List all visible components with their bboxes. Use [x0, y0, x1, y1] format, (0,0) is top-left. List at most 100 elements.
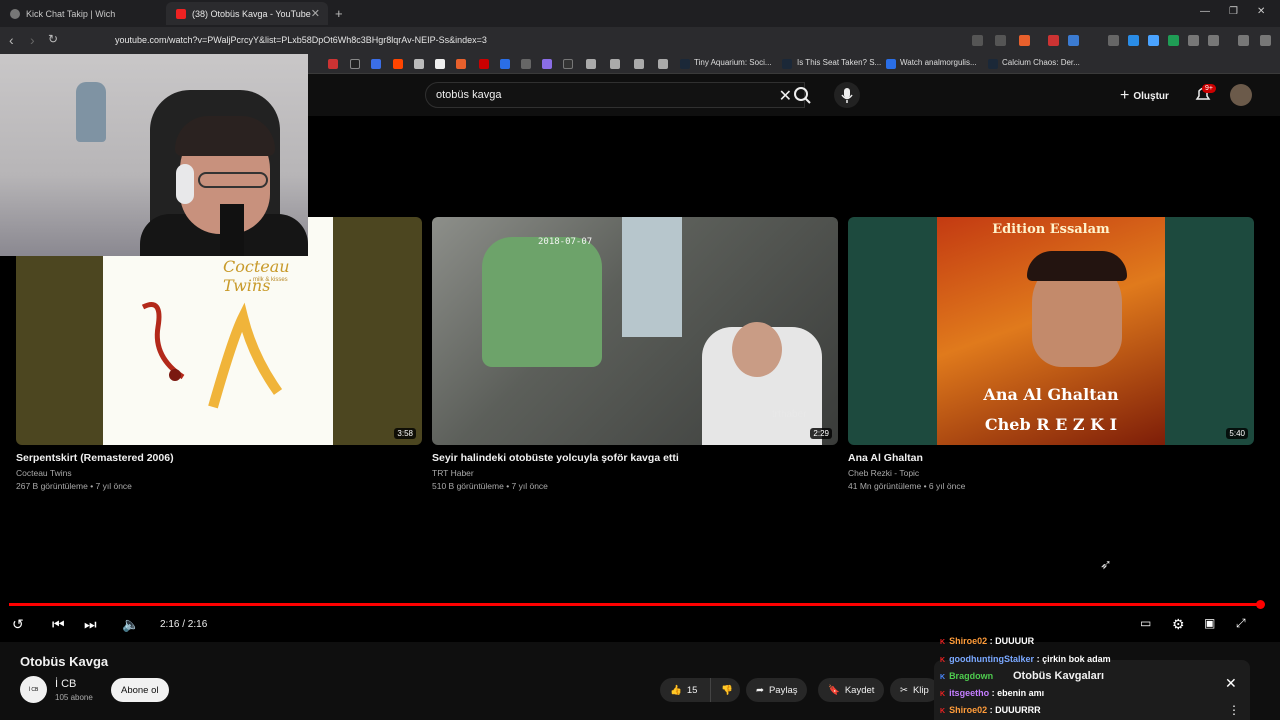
- folder-icon[interactable]: [658, 59, 668, 69]
- card-channel[interactable]: Cocteau Twins: [16, 468, 422, 478]
- url-field[interactable]: youtube.com/watch?v=PWaljPcrcyY&list=PLx…: [115, 35, 487, 45]
- next-icon[interactable]: ⏭: [84, 616, 97, 633]
- scissors-icon: ✂: [900, 684, 908, 696]
- sidebar-icon[interactable]: [1208, 35, 1219, 46]
- bookmark-icon: [886, 59, 896, 69]
- kick-badge-icon: K: [940, 674, 946, 681]
- bookmark-icon[interactable]: [328, 59, 338, 69]
- forward-button[interactable]: ›: [30, 32, 35, 48]
- bookmark-icon[interactable]: [563, 59, 573, 69]
- card-meta: 267 B görüntüleme • 7 yıl önce: [16, 481, 132, 491]
- card-channel[interactable]: Cheb Rezki - Topic: [848, 468, 1254, 478]
- search-box[interactable]: otobüs kavga ✕: [425, 82, 805, 108]
- thumbnail[interactable]: 2018-07-07 trthaber 2:29: [432, 217, 838, 445]
- bookmark-link[interactable]: Calcium Chaos: Der...: [1002, 58, 1080, 67]
- voice-search-button[interactable]: [834, 82, 860, 108]
- streamer-hair: [175, 116, 275, 156]
- end-card[interactable]: Cocteau Twins milk & kisses 3:58 Serpent…: [16, 217, 422, 491]
- search-button[interactable]: [785, 82, 819, 108]
- tab-title: Kick Chat Takip | Wich: [26, 8, 116, 19]
- folder-icon[interactable]: [610, 59, 620, 69]
- cast-icon[interactable]: [972, 35, 983, 46]
- bookmark-icon[interactable]: [371, 59, 381, 69]
- end-card[interactable]: Edition Essalam Ana Al Ghaltan Cheb R E …: [848, 217, 1254, 491]
- progress-scrubber[interactable]: [1256, 600, 1265, 609]
- card-title[interactable]: Seyir halindeki otobüste yolcuyla şoför …: [432, 452, 838, 464]
- subscribe-button[interactable]: Abone ol: [111, 678, 169, 702]
- youtube-header: otobüs kavga ✕ + Oluştur 9+: [308, 74, 1280, 116]
- save-label: Kaydet: [844, 684, 875, 696]
- close-playlist-icon[interactable]: ✕: [1225, 675, 1237, 692]
- reddit-icon[interactable]: [393, 59, 403, 69]
- headset: [176, 164, 194, 204]
- bookmark-icon[interactable]: [479, 59, 489, 69]
- bookmark-icon[interactable]: [414, 59, 424, 69]
- cctv-timestamp: 2018-07-07: [538, 237, 593, 247]
- folder-icon[interactable]: [586, 59, 596, 69]
- bookmark-icon[interactable]: [521, 59, 531, 69]
- theater-mode-icon[interactable]: ▣: [1204, 616, 1215, 630]
- media-icon[interactable]: [1238, 35, 1249, 46]
- extension-icon[interactable]: [1048, 35, 1059, 46]
- playlist-title[interactable]: Otobüs Kavgaları: [1013, 670, 1104, 682]
- back-button[interactable]: ‹: [9, 32, 14, 48]
- clip-button[interactable]: ✂ Klip: [890, 678, 939, 702]
- share-button[interactable]: ➦ Paylaş: [746, 678, 808, 702]
- save-button[interactable]: 🔖 Kaydet: [818, 678, 885, 702]
- new-tab-button[interactable]: +: [335, 6, 343, 21]
- search-input[interactable]: otobüs kavga: [436, 89, 501, 101]
- like-button[interactable]: 👍 15: [660, 678, 710, 702]
- tab-youtube[interactable]: (38) Otobüs Kavga - YouTube ✕: [166, 2, 328, 25]
- maximize-button[interactable]: ❐: [1229, 6, 1238, 17]
- previous-icon[interactable]: ⏮: [52, 616, 65, 633]
- extension-icon[interactable]: [1148, 35, 1159, 46]
- dislike-button[interactable]: 👎: [710, 678, 740, 702]
- album-art-title: Ana Al Ghaltan: [983, 385, 1119, 404]
- mic-icon: [841, 88, 853, 103]
- puzzle-icon[interactable]: [1188, 35, 1199, 46]
- channel-avatar[interactable]: İ CB: [20, 676, 47, 703]
- card-title[interactable]: Serpentskirt (Remastered 2006): [16, 452, 422, 464]
- brave-shield-icon[interactable]: [1019, 35, 1030, 46]
- subtitles-icon[interactable]: ▭: [1140, 616, 1151, 630]
- replay-icon[interactable]: ↺: [12, 616, 24, 633]
- end-card[interactable]: 2018-07-07 trthaber 2:29 Seyir halindeki…: [432, 217, 838, 491]
- extension-icon[interactable]: [1068, 35, 1079, 46]
- plus-icon: +: [1120, 87, 1130, 104]
- clip-label: Klip: [912, 684, 929, 696]
- reload-button[interactable]: ↻: [48, 32, 58, 46]
- account-avatar[interactable]: [1230, 84, 1252, 106]
- menu-icon[interactable]: [1260, 35, 1271, 46]
- progress-bar[interactable]: [9, 603, 1261, 606]
- settings-icon[interactable]: ⚙: [1172, 616, 1185, 633]
- close-window-button[interactable]: ✕: [1257, 6, 1265, 17]
- kick-badge-icon: K: [940, 639, 946, 646]
- card-channel[interactable]: TRT Haber: [432, 468, 838, 478]
- extension-icon[interactable]: [1128, 35, 1139, 46]
- bookmark-icon[interactable]: [456, 59, 466, 69]
- extension-icon[interactable]: [1108, 35, 1119, 46]
- card-title[interactable]: Ana Al Ghaltan: [848, 452, 1254, 464]
- thumbs-up-icon: 👍: [670, 684, 682, 696]
- share-icon[interactable]: [995, 35, 1006, 46]
- minimize-button[interactable]: —: [1200, 6, 1210, 17]
- create-button[interactable]: + Oluştur: [1120, 87, 1169, 105]
- bookmark-link[interactable]: Watch analmorgulis...: [900, 58, 977, 67]
- bookmark-icon[interactable]: [500, 59, 510, 69]
- volume-icon[interactable]: 🔈: [122, 616, 139, 633]
- x-icon[interactable]: [350, 59, 360, 69]
- cursor-icon: ➶: [1100, 556, 1112, 572]
- bookmark-link[interactable]: Tiny Aquarium: Soci...: [694, 58, 772, 67]
- bookmark-icon[interactable]: [542, 59, 552, 69]
- fullscreen-icon[interactable]: ⤢: [1236, 616, 1246, 631]
- tab-kick-chat[interactable]: Kick Chat Takip | Wich: [0, 2, 165, 25]
- bookmark-link[interactable]: Is This Seat Taken? S...: [797, 58, 881, 67]
- close-tab-icon[interactable]: ✕: [311, 7, 320, 20]
- bookmark-icon[interactable]: [435, 59, 445, 69]
- more-options-icon[interactable]: ⋮: [1228, 703, 1240, 717]
- thumbnail[interactable]: Edition Essalam Ana Al Ghaltan Cheb R E …: [848, 217, 1254, 445]
- extension-icon[interactable]: [1168, 35, 1179, 46]
- folder-icon[interactable]: [634, 59, 644, 69]
- steam-icon: [782, 59, 792, 69]
- channel-name[interactable]: İ CB: [55, 678, 76, 690]
